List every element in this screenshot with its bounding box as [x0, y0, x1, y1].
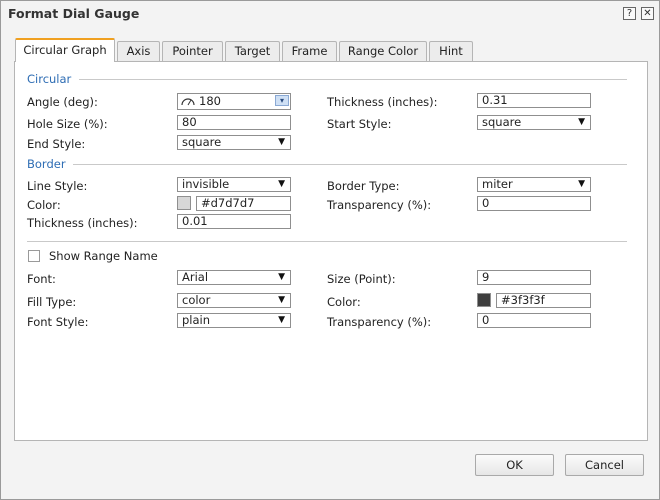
line-style-select[interactable]: invisible ▼ — [177, 177, 291, 192]
circular-graph-panel: Circular Angle (deg): 180 ▾ Thickness (i… — [14, 61, 648, 441]
tab-circular-graph[interactable]: Circular Graph — [15, 38, 115, 62]
border-color-input[interactable]: #d7d7d7 — [196, 196, 291, 211]
font-style-dropdown-icon[interactable]: ▼ — [278, 314, 285, 327]
hole-size-input[interactable]: 80 — [177, 115, 291, 130]
circular-section-title: Circular — [27, 72, 72, 86]
help-icon[interactable]: ? — [623, 7, 636, 20]
fill-color-label: Color: — [327, 295, 361, 309]
size-label: Size (Point): — [327, 272, 396, 286]
start-style-select[interactable]: square ▼ — [477, 115, 591, 130]
font-value: Arial — [182, 270, 209, 284]
show-range-name-label[interactable]: Show Range Name — [49, 249, 158, 263]
font-style-label: Font Style: — [27, 315, 89, 329]
line-style-value: invisible — [182, 177, 230, 191]
cancel-button[interactable]: Cancel — [565, 454, 644, 476]
angle-label: Angle (deg): — [27, 95, 98, 109]
format-dial-gauge-dialog: Format Dial Gauge ? ✕ Circular Graph Axi… — [0, 0, 660, 500]
thickness-label: Thickness (inches): — [327, 95, 438, 109]
end-style-label: End Style: — [27, 137, 86, 151]
start-style-label: Start Style: — [327, 117, 392, 131]
tab-pointer[interactable]: Pointer — [162, 41, 223, 61]
fill-type-label: Fill Type: — [27, 295, 77, 309]
angle-combo[interactable]: 180 ▾ — [177, 93, 291, 110]
circular-section-divider — [79, 79, 627, 80]
tab-range-color[interactable]: Range Color — [339, 41, 427, 61]
range-name-divider — [27, 241, 627, 242]
border-thickness-input[interactable]: 0.01 — [177, 214, 291, 229]
font-dropdown-icon[interactable]: ▼ — [278, 271, 285, 284]
thickness-input[interactable]: 0.31 — [477, 93, 591, 108]
tab-target[interactable]: Target — [225, 41, 280, 61]
end-style-dropdown-icon[interactable]: ▼ — [278, 136, 285, 149]
show-range-name-checkbox[interactable] — [28, 250, 40, 262]
tab-frame[interactable]: Frame — [282, 41, 337, 61]
fill-type-select[interactable]: color ▼ — [177, 293, 291, 308]
line-style-label: Line Style: — [27, 179, 88, 193]
font-style-value: plain — [182, 313, 211, 327]
border-type-label: Border Type: — [327, 179, 400, 193]
start-style-dropdown-icon[interactable]: ▼ — [578, 116, 585, 129]
fill-color-swatch[interactable] — [477, 293, 491, 307]
fill-color-input[interactable]: #3f3f3f — [496, 293, 591, 308]
angle-combo-chevron-down-icon[interactable]: ▾ — [275, 95, 289, 106]
fill-type-dropdown-icon[interactable]: ▼ — [278, 294, 285, 307]
start-style-value: square — [482, 115, 522, 129]
border-transparency-input[interactable]: 0 — [477, 196, 591, 211]
fill-type-value: color — [182, 293, 211, 307]
size-input[interactable]: 9 — [477, 270, 591, 285]
border-color-swatch[interactable] — [177, 196, 191, 210]
font-style-select[interactable]: plain ▼ — [177, 313, 291, 328]
title-bar[interactable]: Format Dial Gauge ? ✕ — [1, 1, 659, 27]
hole-size-label: Hole Size (%): — [27, 117, 108, 131]
ok-button[interactable]: OK — [475, 454, 554, 476]
border-color-label: Color: — [27, 198, 61, 212]
close-icon[interactable]: ✕ — [641, 7, 654, 20]
border-section-divider — [73, 164, 627, 165]
border-thickness-label: Thickness (inches): — [27, 216, 138, 230]
border-type-dropdown-icon[interactable]: ▼ — [578, 178, 585, 191]
font-select[interactable]: Arial ▼ — [177, 270, 291, 285]
border-type-select[interactable]: miter ▼ — [477, 177, 591, 192]
range-transparency-label: Transparency (%): — [327, 315, 432, 329]
end-style-value: square — [182, 135, 222, 149]
tab-axis[interactable]: Axis — [117, 41, 160, 61]
end-style-select[interactable]: square ▼ — [177, 135, 291, 150]
tab-hint[interactable]: Hint — [429, 41, 473, 61]
angle-value: 180 — [199, 94, 221, 108]
line-style-dropdown-icon[interactable]: ▼ — [278, 178, 285, 191]
range-transparency-input[interactable]: 0 — [477, 313, 591, 328]
border-transparency-label: Transparency (%): — [327, 198, 432, 212]
border-type-value: miter — [482, 177, 513, 191]
font-label: Font: — [27, 272, 56, 286]
border-section-title: Border — [27, 157, 66, 171]
arc-angle-icon — [181, 98, 195, 106]
dialog-title: Format Dial Gauge — [8, 6, 140, 21]
